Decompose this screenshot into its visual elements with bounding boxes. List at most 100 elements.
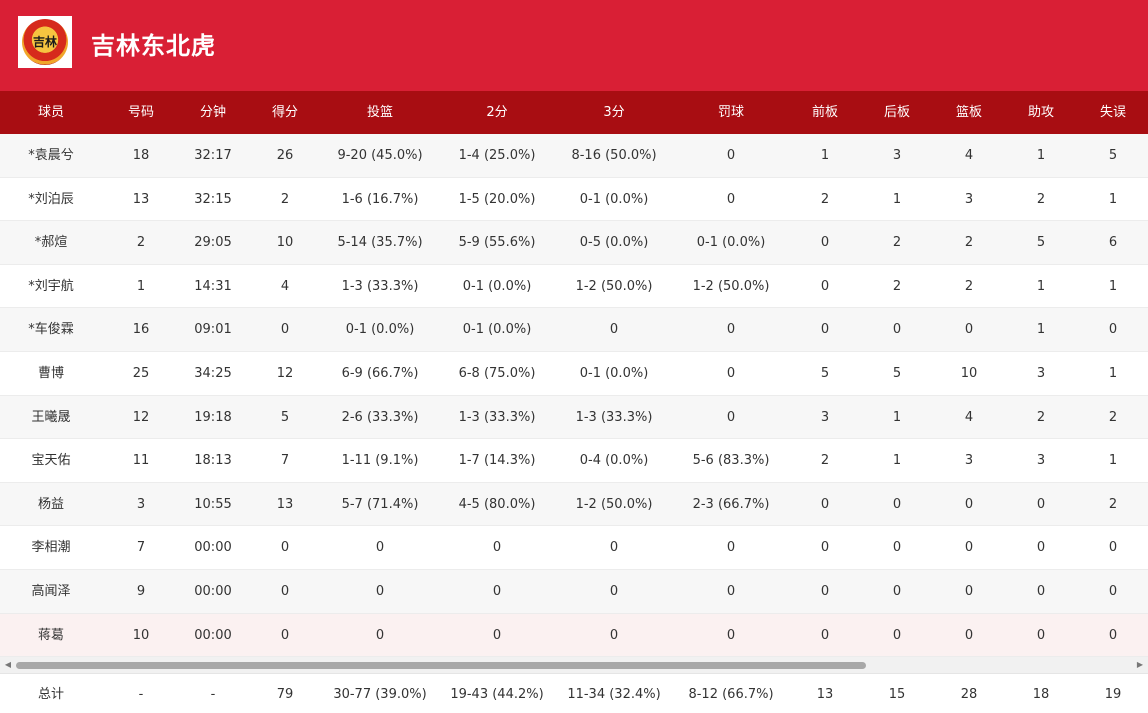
cell-fg: 5-7 (71.4%): [341, 496, 419, 512]
cell-ft: 0: [726, 322, 736, 338]
cell-minutes: 32:17: [194, 148, 232, 163]
cell-tov: 0: [1108, 540, 1118, 556]
cell-dreb: 0: [892, 322, 902, 338]
column-header-fg[interactable]: 投篮: [367, 91, 393, 134]
cell-oreb: 0: [820, 235, 830, 251]
cell-number: 18: [132, 148, 150, 163]
table-row[interactable]: 宝天佑 11 18:13 7 1-11 (9.1%) 1-7 (14.3%) 0-4 (0.…: [0, 439, 1148, 483]
column-header-ast[interactable]: 助攻: [1028, 91, 1054, 134]
cell-oreb: 0: [820, 322, 830, 338]
cell-ft: 5-6 (83.3%): [692, 453, 770, 469]
cell-points: 13: [276, 496, 294, 512]
cell-reb: 4: [964, 409, 974, 425]
cell-dreb: 1: [892, 409, 902, 425]
table-row[interactable]: *车俊霖 16 09:01 0 0-1 (0.0%) 0-1 (0.0%) 0 0 0 0 0 1 0: [0, 308, 1148, 352]
cell-ast: 0: [1036, 496, 1046, 512]
cell-oreb: 0: [820, 496, 830, 512]
cell-ft: 0: [726, 583, 736, 599]
cell-ast: 0: [1036, 540, 1046, 556]
cell-ast: 0: [1036, 627, 1046, 643]
table-row[interactable]: *刘泊辰 13 32:15 2 1-6 (16.7%) 1-5 (20.0%) 0-1 (0…: [0, 177, 1148, 222]
total-dreb: 15: [888, 687, 906, 702]
cell-dreb: 0: [892, 583, 902, 599]
cell-dreb: 0: [892, 496, 902, 512]
column-header-oreb[interactable]: 前板: [812, 91, 838, 134]
cell-ft: 0: [726, 191, 736, 207]
cell-oreb: 2: [820, 191, 830, 207]
cell-tov: 0: [1108, 322, 1118, 338]
cell-ast: 5: [1036, 235, 1046, 251]
cell-points: 0: [280, 583, 290, 599]
table-row[interactable]: 杨益 3 10:55 13 5-7 (71.4%) 4-5 (80.0%) 1-2 (50.…: [0, 482, 1148, 527]
cell-three-pt: 8-16 (50.0%): [571, 148, 657, 163]
cell-minutes: 34:25: [194, 365, 232, 381]
cell-points: 0: [280, 627, 290, 643]
cell-points: 12: [276, 365, 294, 381]
stats-table-body: *袁晨兮 18 32:17 26 9-20 (45.0%) 1-4 (25.0%) 8-16…: [0, 134, 1148, 658]
column-header-points[interactable]: 得分: [272, 91, 298, 134]
cell-two-pt: 6-8 (75.0%): [458, 365, 536, 381]
column-header-minutes[interactable]: 分钟: [200, 91, 226, 134]
cell-points: 0: [280, 540, 290, 556]
horizontal-scrollbar[interactable]: ◀ ▶: [0, 657, 1148, 673]
cell-ast: 1: [1036, 148, 1046, 163]
scroll-right-arrow-icon[interactable]: ▶: [1135, 660, 1145, 670]
cell-number: 3: [136, 496, 146, 512]
cell-number: 11: [132, 453, 150, 469]
total-ast: 18: [1032, 687, 1050, 702]
cell-oreb: 1: [820, 148, 830, 163]
cell-dreb: 1: [892, 191, 902, 207]
cell-oreb: 0: [820, 278, 830, 294]
table-row[interactable]: 王曦晟 12 19:18 5 2-6 (33.3%) 1-3 (33.3%) 1-3 (33…: [0, 395, 1148, 440]
cell-number: 9: [136, 583, 146, 599]
table-row[interactable]: *袁晨兮 18 32:17 26 9-20 (45.0%) 1-4 (25.0%) 8-16…: [0, 134, 1148, 178]
cell-player: 宝天佑: [31, 453, 71, 469]
cell-two-pt: 0: [492, 540, 502, 556]
cell-three-pt: 1-2 (50.0%): [575, 496, 653, 512]
column-header-player[interactable]: 球员: [38, 91, 64, 134]
cell-player: 李相潮: [31, 540, 71, 556]
column-header-three-pt[interactable]: 3分: [603, 91, 624, 134]
cell-fg: 0: [375, 540, 385, 556]
scroll-left-arrow-icon[interactable]: ◀: [3, 660, 13, 670]
table-row[interactable]: *刘宇航 1 14:31 4 1-3 (33.3%) 0-1 (0.0%) 1-2 (50.…: [0, 264, 1148, 309]
cell-player: *郝煊: [34, 235, 68, 251]
cell-reb: 0: [964, 540, 974, 556]
cell-minutes: 32:15: [194, 191, 232, 207]
scrollbar-thumb[interactable]: [16, 662, 866, 669]
cell-three-pt: 1-3 (33.3%): [575, 409, 653, 425]
cell-dreb: 0: [892, 627, 902, 643]
table-row[interactable]: 高闻泽 9 00:00 0 0 0 0 0 0 0 0 0 0: [0, 569, 1148, 614]
column-header-number[interactable]: 号码: [128, 91, 154, 134]
total-two-pt: 19-43 (44.2%): [450, 687, 544, 702]
total-minutes: -: [210, 687, 216, 702]
column-header-ft[interactable]: 罚球: [718, 91, 744, 134]
cell-fg: 6-9 (66.7%): [341, 365, 419, 381]
cell-three-pt: 1-2 (50.0%): [575, 278, 653, 294]
column-header-dreb[interactable]: 后板: [884, 91, 910, 134]
cell-dreb: 2: [892, 278, 902, 294]
table-row[interactable]: 曹博 25 34:25 12 6-9 (66.7%) 6-8 (75.0%) 0-1 (0.…: [0, 351, 1148, 396]
cell-player: *刘宇航: [28, 278, 74, 294]
table-row[interactable]: 李相潮 7 00:00 0 0 0 0 0 0 0 0 0 0: [0, 526, 1148, 570]
cell-ast: 0: [1036, 583, 1046, 599]
cell-points: 0: [280, 322, 290, 338]
column-header-two-pt[interactable]: 2分: [486, 91, 507, 134]
cell-two-pt: 0: [492, 583, 502, 599]
cell-reb: 0: [964, 627, 974, 643]
cell-three-pt: 0: [609, 322, 619, 338]
table-row[interactable]: *郝煊 2 29:05 10 5-14 (35.7%) 5-9 (55.6%) 0-5 (0…: [0, 221, 1148, 265]
cell-minutes: 00:00: [194, 627, 232, 643]
cell-tov: 1: [1108, 365, 1118, 381]
cell-points: 2: [280, 191, 290, 207]
cell-player: *车俊霖: [28, 322, 74, 338]
cell-two-pt: 5-9 (55.6%): [458, 235, 536, 251]
stats-table-header: 球员 号码 分钟 得分 投篮 2分 3分 罚球 前板 后板 篮板 助攻 失误: [0, 91, 1148, 134]
total-number: -: [138, 687, 144, 702]
cell-fg: 0-1 (0.0%): [345, 322, 415, 338]
column-header-reb[interactable]: 篮板: [956, 91, 982, 134]
column-header-tov[interactable]: 失误: [1100, 91, 1126, 134]
cell-tov: 2: [1108, 409, 1118, 425]
table-row[interactable]: 蒋葛 10 00:00 0 0 0 0 0 0 0 0 0 0: [0, 613, 1148, 658]
cell-fg: 2-6 (33.3%): [341, 409, 419, 425]
